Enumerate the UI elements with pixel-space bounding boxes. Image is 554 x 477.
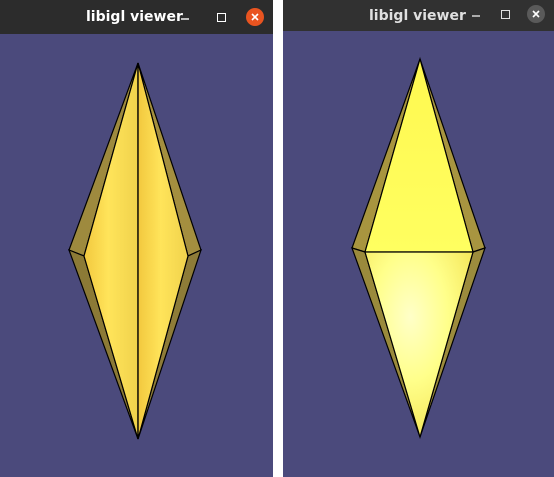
minimize-icon[interactable]: [178, 10, 192, 24]
viewer-window-left: libigl viewer: [0, 0, 273, 477]
minimize-icon[interactable]: [469, 7, 483, 21]
render-viewport[interactable]: [0, 34, 273, 477]
mesh-face-front-left: [83, 62, 139, 440]
window-title: libigl viewer: [369, 7, 466, 24]
maximize-icon[interactable]: [214, 10, 228, 24]
render-viewport[interactable]: [283, 31, 554, 477]
maximize-icon[interactable]: [498, 7, 512, 21]
close-button[interactable]: [245, 7, 265, 27]
mesh-face-front-lower: [364, 251, 474, 440]
viewer-window-right: libigl viewer: [283, 0, 554, 477]
close-icon[interactable]: [246, 8, 264, 26]
bipyramid-mesh: [351, 56, 486, 440]
title-bar[interactable]: libigl viewer: [283, 0, 554, 31]
close-icon[interactable]: [527, 5, 545, 23]
title-bar[interactable]: libigl viewer: [0, 0, 273, 34]
mesh-face-front-upper: [364, 56, 474, 253]
bipyramid-mesh: [67, 62, 203, 440]
mesh-face-front-right: [137, 62, 189, 440]
window-title: libigl viewer: [86, 9, 183, 25]
close-button[interactable]: [526, 4, 546, 24]
